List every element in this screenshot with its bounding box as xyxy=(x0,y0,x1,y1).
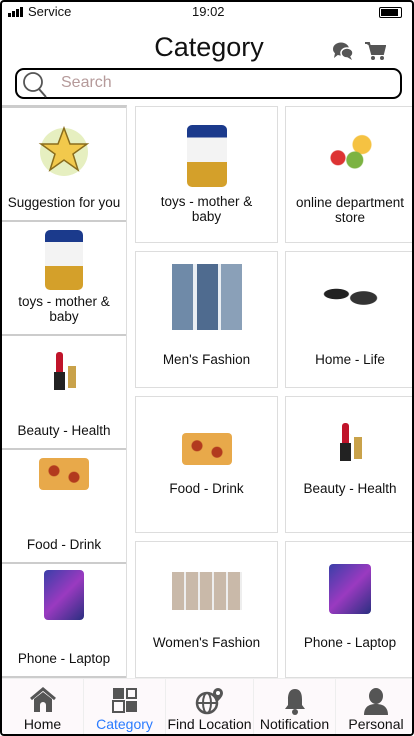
milk-can-image xyxy=(186,125,227,187)
nav-label: Notification xyxy=(259,716,330,732)
nav-label: Category xyxy=(96,716,153,732)
pizza-image xyxy=(39,458,89,490)
womens-fashion-image xyxy=(171,572,242,610)
category-icon xyxy=(111,688,137,713)
nav-find-location[interactable]: Find Location xyxy=(166,679,254,734)
category-home-life[interactable]: Home - Life xyxy=(285,251,412,388)
sidebar-item-food-drink[interactable]: Food - Drink xyxy=(2,450,126,564)
star-icon xyxy=(38,125,90,176)
nav-home[interactable]: Home xyxy=(2,679,84,734)
search-icon xyxy=(23,72,47,98)
cookware-image xyxy=(316,274,384,314)
nav-notification[interactable]: Notification xyxy=(254,679,336,734)
groceries-image xyxy=(326,127,374,171)
category-mens-fashion[interactable]: Men's Fashion xyxy=(135,251,278,388)
search-input[interactable] xyxy=(61,74,381,92)
clock: 19:02 xyxy=(192,4,225,19)
category-label: Beauty - Health xyxy=(303,481,397,496)
chat-icon[interactable] xyxy=(332,41,354,61)
person-icon xyxy=(364,688,388,715)
signal-icon xyxy=(8,7,23,17)
battery-icon xyxy=(379,7,402,18)
category-label: Food - Drink xyxy=(169,481,244,496)
category-phone-laptop[interactable]: Phone - Laptop xyxy=(285,541,412,678)
category-beauty-health[interactable]: Beauty - Health xyxy=(285,396,412,533)
phone-image xyxy=(44,570,84,620)
category-label: Phone - Laptop xyxy=(303,635,397,650)
nav-category[interactable]: Category xyxy=(84,679,166,734)
status-bar: Service 19:02 xyxy=(2,2,412,22)
category-food-drink[interactable]: Food - Drink xyxy=(135,396,278,533)
category-label: Home - Life xyxy=(315,352,385,367)
lipstick-image xyxy=(50,352,78,390)
category-label: online department store xyxy=(295,195,405,225)
sidebar-item-label: Phone - Laptop xyxy=(17,651,111,666)
carrier: Service xyxy=(28,4,72,19)
nav-label: Find Location xyxy=(167,716,252,732)
sidebar-item-suggestion[interactable]: Suggestion for you xyxy=(2,108,126,222)
milk-can-image xyxy=(45,230,83,290)
sidebar-item-phone-laptop[interactable]: Phone - Laptop xyxy=(2,564,126,678)
mens-fashion-image xyxy=(171,264,242,330)
search-bar[interactable] xyxy=(15,68,402,99)
category-womens-fashion[interactable]: Women's Fashion xyxy=(135,541,278,678)
bell-icon xyxy=(284,689,305,715)
category-label: toys - mother & baby xyxy=(160,194,253,224)
phone-screen: Service 19:02 Category Suggestion for yo… xyxy=(0,0,414,736)
sidebar-item-beauty-health[interactable]: Beauty - Health xyxy=(2,336,126,450)
nav-label: Personal xyxy=(348,716,404,732)
category-toys-mother-baby[interactable]: toys - mother & baby xyxy=(135,106,278,243)
pizza-image xyxy=(181,433,232,465)
sidebar-item-label: Beauty - Health xyxy=(17,423,111,438)
sidebar-item-label: Suggestion for you xyxy=(7,195,121,210)
globe-location-icon xyxy=(195,688,223,715)
category-label: Women's Fashion xyxy=(152,635,261,650)
sidebar-item-toys-mother-baby[interactable]: toys - mother & baby xyxy=(2,222,126,336)
nav-personal[interactable]: Personal xyxy=(336,679,412,734)
nav-label: Home xyxy=(23,716,62,732)
sidebar-item-label: Food - Drink xyxy=(26,537,102,552)
sidebar: Suggestion for you toys - mother & baby … xyxy=(2,105,127,678)
category-label: Men's Fashion xyxy=(162,352,251,367)
phone-image xyxy=(329,564,371,614)
sidebar-item-label: toys - mother & baby xyxy=(18,294,110,324)
home-icon xyxy=(29,687,56,712)
bottom-nav: Home Category Find Location Notification… xyxy=(2,678,412,734)
lipstick-image xyxy=(336,423,364,461)
cart-icon[interactable] xyxy=(364,40,386,62)
category-online-department-store[interactable]: online department store xyxy=(285,106,412,243)
